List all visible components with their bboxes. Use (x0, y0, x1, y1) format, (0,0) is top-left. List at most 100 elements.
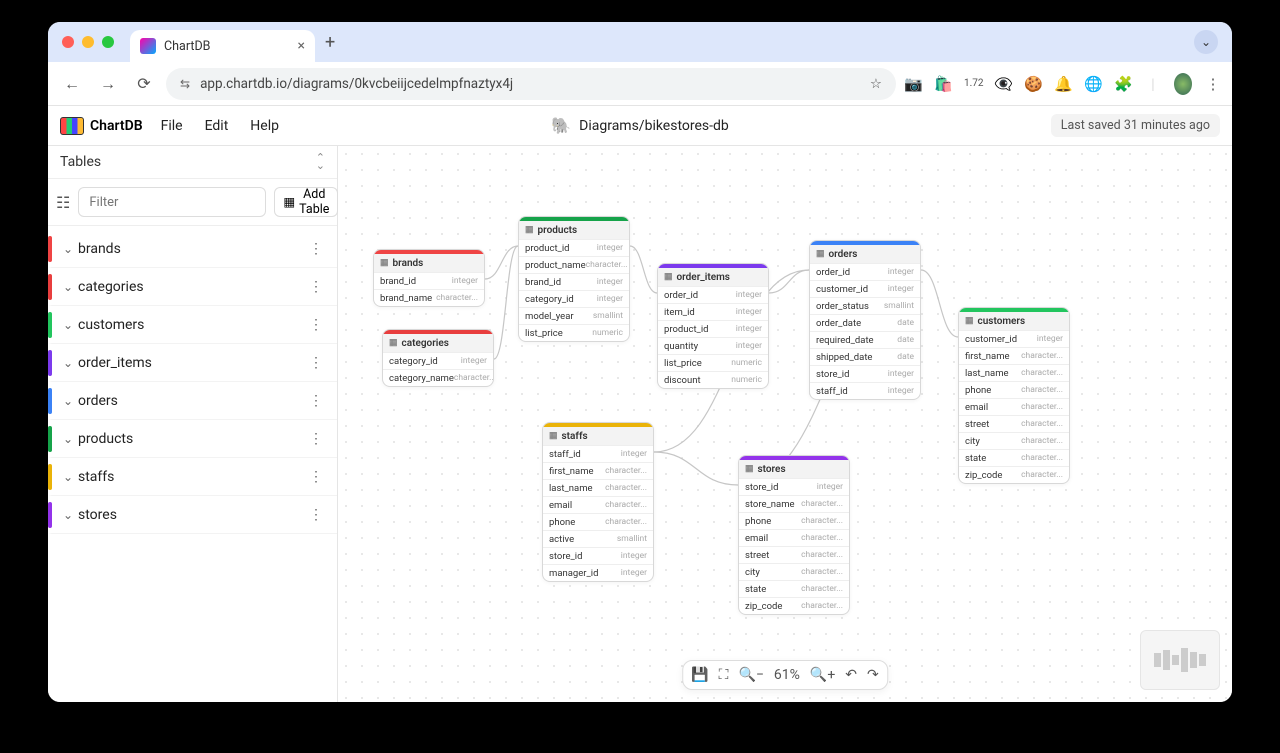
column-row[interactable]: order_idinteger (810, 263, 920, 280)
column-row[interactable]: category_idinteger (383, 352, 493, 369)
column-row[interactable]: phonecharacter... (959, 381, 1069, 398)
column-row[interactable]: last_namecharacter... (959, 364, 1069, 381)
column-row[interactable]: brand_namecharacter... (374, 289, 484, 306)
column-row[interactable]: list_pricenumeric (519, 324, 629, 341)
column-row[interactable]: first_namecharacter... (543, 462, 653, 479)
chevron-down-icon[interactable]: ⌄ (58, 508, 78, 522)
menu-help[interactable]: Help (250, 118, 279, 134)
column-row[interactable]: statecharacter... (739, 580, 849, 597)
chevron-down-icon[interactable]: ⌄ (58, 242, 78, 256)
card-header[interactable]: ▦customers (959, 312, 1069, 330)
list-mode-icon[interactable]: ☷ (56, 188, 70, 216)
extension-icon[interactable]: 📷 (904, 75, 922, 93)
minimize-window-button[interactable] (82, 36, 94, 48)
column-row[interactable]: emailcharacter... (959, 398, 1069, 415)
table-card-brands[interactable]: ▦brandsbrand_idintegerbrand_namecharacte… (373, 249, 485, 307)
column-row[interactable]: customer_idinteger (959, 330, 1069, 347)
column-row[interactable]: list_pricenumeric (658, 354, 768, 371)
redo-icon[interactable]: ↷ (867, 667, 879, 683)
column-row[interactable]: category_idinteger (519, 290, 629, 307)
tab-list-button[interactable]: ⌄ (1194, 30, 1218, 54)
column-row[interactable]: manager_idinteger (543, 564, 653, 581)
column-row[interactable]: quantityinteger (658, 337, 768, 354)
more-options-icon[interactable]: ⋮ (303, 241, 329, 257)
close-window-button[interactable] (62, 36, 74, 48)
column-row[interactable]: zip_codecharacter... (739, 597, 849, 614)
column-row[interactable]: store_namecharacter... (739, 495, 849, 512)
extension-icon[interactable]: 🍪 (1024, 75, 1042, 93)
column-row[interactable]: brand_idinteger (519, 273, 629, 290)
diagram-title[interactable]: 🐘 Diagrams/bikestores-db (551, 116, 729, 135)
close-tab-icon[interactable]: × (298, 38, 305, 54)
table-card-orders[interactable]: ▦ordersorder_idintegercustomer_idinteger… (809, 240, 921, 400)
column-row[interactable]: discountnumeric (658, 371, 768, 388)
column-row[interactable]: streetcharacter... (959, 415, 1069, 432)
forward-button[interactable]: → (94, 74, 122, 94)
column-row[interactable]: item_idinteger (658, 303, 768, 320)
browser-tab[interactable]: ChartDB × (130, 30, 315, 62)
sidebar-item-order_items[interactable]: ⌄ order_items ⋮ (48, 344, 337, 382)
browser-menu-icon[interactable]: ⋮ (1204, 75, 1222, 93)
column-row[interactable]: order_datedate (810, 314, 920, 331)
extensions-button[interactable]: 🧩 (1114, 75, 1132, 93)
more-options-icon[interactable]: ⋮ (303, 393, 329, 409)
chevron-down-icon[interactable]: ⌄ (58, 432, 78, 446)
column-row[interactable]: staff_idinteger (543, 445, 653, 462)
table-card-order_items[interactable]: ▦order_itemsorder_idintegeritem_idintege… (657, 263, 769, 389)
column-row[interactable]: zip_codecharacter... (959, 466, 1069, 483)
table-card-customers[interactable]: ▦customerscustomer_idintegerfirst_namech… (958, 307, 1070, 484)
more-options-icon[interactable]: ⋮ (303, 355, 329, 371)
table-card-products[interactable]: ▦productsproduct_idintegerproduct_namech… (518, 216, 630, 342)
table-card-categories[interactable]: ▦categoriescategory_idintegercategory_na… (382, 329, 494, 387)
column-row[interactable]: brand_idinteger (374, 272, 484, 289)
zoom-in-icon[interactable]: 🔍+ (810, 667, 835, 683)
card-header[interactable]: ▦order_items (658, 268, 768, 286)
extension-icon[interactable]: 🛍️ (934, 75, 952, 93)
chevron-down-icon[interactable]: ⌄ (58, 318, 78, 332)
reload-button[interactable]: ⟳ (130, 74, 158, 93)
address-bar[interactable]: ⇆ app.chartdb.io/diagrams/0kvcbeiijcedel… (166, 68, 896, 100)
minimap[interactable] (1140, 630, 1220, 690)
column-row[interactable]: order_idinteger (658, 286, 768, 303)
column-row[interactable]: activesmallint (543, 530, 653, 547)
column-row[interactable]: store_idinteger (810, 365, 920, 382)
maximize-window-button[interactable] (102, 36, 114, 48)
column-row[interactable]: statecharacter... (959, 449, 1069, 466)
diagram-canvas[interactable]: 💾 ⛶ 🔍− 61% 🔍+ ↶ ↷ ▦brandsbrand_idinteger… (338, 146, 1232, 702)
column-row[interactable]: first_namecharacter... (959, 347, 1069, 364)
menu-file[interactable]: File (161, 118, 183, 134)
extension-icon[interactable]: 🔔 (1054, 75, 1072, 93)
fullscreen-icon[interactable]: ⛶ (719, 667, 729, 683)
card-header[interactable]: ▦products (519, 221, 629, 239)
filter-input[interactable] (78, 187, 266, 217)
more-options-icon[interactable]: ⋮ (303, 279, 329, 295)
sidebar-item-categories[interactable]: ⌄ categories ⋮ (48, 268, 337, 306)
column-row[interactable]: product_idinteger (519, 239, 629, 256)
sidebar-item-staffs[interactable]: ⌄ staffs ⋮ (48, 458, 337, 496)
sidebar-item-customers[interactable]: ⌄ customers ⋮ (48, 306, 337, 344)
column-row[interactable]: shipped_datedate (810, 348, 920, 365)
column-row[interactable]: emailcharacter... (543, 496, 653, 513)
column-row[interactable]: model_yearsmallint (519, 307, 629, 324)
collapse-toggle-icon[interactable]: ⌃⌄ (316, 154, 325, 170)
table-card-stores[interactable]: ▦storesstore_idintegerstore_namecharacte… (738, 455, 850, 615)
column-row[interactable]: required_datedate (810, 331, 920, 348)
more-options-icon[interactable]: ⋮ (303, 431, 329, 447)
column-row[interactable]: store_idinteger (543, 547, 653, 564)
column-row[interactable]: phonecharacter... (543, 513, 653, 530)
column-row[interactable]: citycharacter... (739, 563, 849, 580)
chevron-down-icon[interactable]: ⌄ (58, 394, 78, 408)
new-tab-button[interactable]: + (325, 32, 335, 53)
table-card-staffs[interactable]: ▦staffsstaff_idintegerfirst_namecharacte… (542, 422, 654, 582)
card-header[interactable]: ▦brands (374, 254, 484, 272)
column-row[interactable]: phonecharacter... (739, 512, 849, 529)
column-row[interactable]: category_namecharacter... (383, 369, 493, 386)
zoom-out-icon[interactable]: 🔍− (738, 667, 763, 683)
more-options-icon[interactable]: ⋮ (303, 317, 329, 333)
extension-icon[interactable]: 🌐 (1084, 75, 1102, 93)
back-button[interactable]: ← (58, 74, 86, 94)
chevron-down-icon[interactable]: ⌄ (58, 470, 78, 484)
more-options-icon[interactable]: ⋮ (303, 469, 329, 485)
app-logo[interactable]: ChartDB (60, 117, 143, 135)
column-row[interactable]: emailcharacter... (739, 529, 849, 546)
